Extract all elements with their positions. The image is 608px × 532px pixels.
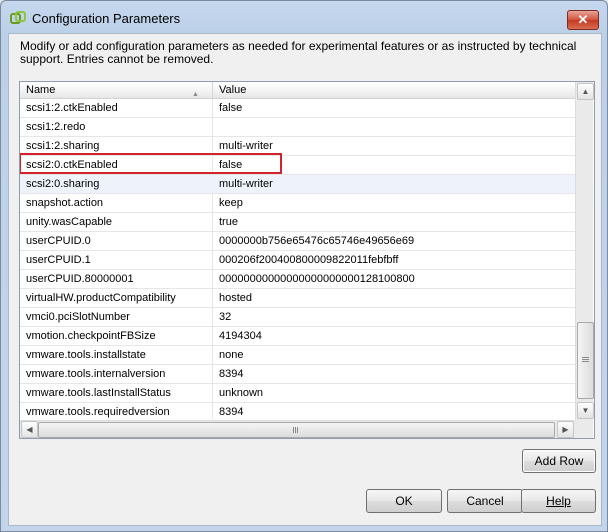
help-button[interactable]: Help — [521, 489, 596, 513]
table-row[interactable]: virtualHW.productCompatibility hosted — [20, 289, 575, 308]
table-row[interactable]: scsi1:2.ctkEnabled false — [20, 99, 575, 118]
table-row[interactable]: vmotion.checkpointFBSize 4194304 — [20, 327, 575, 346]
row-name-cell[interactable]: userCPUID.0 — [26, 232, 206, 250]
description-text: Modify or add configuration parameters a… — [20, 39, 577, 66]
vertical-scrollbar[interactable]: ▲ ▼ — [575, 82, 594, 420]
row-value-cell[interactable] — [219, 118, 569, 136]
row-name-cell[interactable]: scsi1:2.ctkEnabled — [26, 99, 206, 117]
vsphere-app-icon — [10, 11, 26, 24]
table-row[interactable]: vmware.tools.installstate none — [20, 346, 575, 365]
scroll-right-arrow-icon[interactable]: ▶ — [557, 421, 574, 438]
column-header-name[interactable]: Name ▲ — [20, 82, 213, 98]
add-row-button[interactable]: Add Row — [522, 449, 596, 473]
table-row[interactable]: unity.wasCapable true — [20, 213, 575, 232]
grip-line — [582, 359, 589, 360]
vertical-scroll-thumb[interactable] — [577, 322, 594, 399]
row-name-cell[interactable]: scsi1:2.redo — [26, 118, 206, 136]
table-row[interactable]: vmware.tools.internalversion 8394 — [20, 365, 575, 384]
table-row[interactable]: scsi2:0.ctkEnabled false — [20, 156, 575, 175]
ok-button[interactable]: OK — [366, 489, 442, 513]
row-value-cell[interactable]: false — [219, 99, 569, 117]
grid-rows: scsi1:2.ctkEnabled false scsi1:2.redo scs… — [20, 99, 575, 422]
row-value-cell[interactable]: 0000000b756e65476c65746e49656e69 — [219, 232, 569, 250]
row-value-cell[interactable]: 4194304 — [219, 327, 569, 345]
horizontal-scroll-thumb[interactable] — [38, 422, 555, 438]
table-row-selected[interactable]: scsi2:0.sharing multi-writer — [20, 175, 575, 194]
row-name-cell[interactable]: scsi2:0.sharing — [26, 175, 206, 193]
dialog-body: Modify or add configuration parameters a… — [8, 33, 602, 526]
row-value-cell[interactable]: false — [219, 156, 569, 174]
grip-line — [297, 427, 298, 433]
scroll-left-arrow-icon[interactable]: ◀ — [21, 421, 38, 438]
table-row[interactable]: userCPUID.80000001 0000000000000000000000… — [20, 270, 575, 289]
row-value-cell[interactable]: multi-writer — [219, 175, 569, 193]
cancel-button[interactable]: Cancel — [447, 489, 523, 513]
row-name-cell[interactable]: userCPUID.1 — [26, 251, 206, 269]
column-header-name-label: Name — [26, 84, 56, 96]
row-name-cell[interactable]: vmci0.pciSlotNumber — [26, 308, 206, 326]
row-value-cell[interactable]: 8394 — [219, 403, 569, 421]
table-row[interactable]: scsi1:2.sharing multi-writer — [20, 137, 575, 156]
grid-header: Name ▲ Value — [20, 82, 575, 99]
close-button[interactable]: ✕ — [567, 10, 599, 30]
row-name-cell[interactable]: userCPUID.80000001 — [26, 270, 206, 288]
table-row[interactable]: userCPUID.0 0000000b756e65476c65746e49656… — [20, 232, 575, 251]
table-row[interactable]: snapshot.action keep — [20, 194, 575, 213]
configuration-parameters-dialog: Configuration Parameters ✕ Modify or add… — [0, 0, 608, 532]
row-name-cell[interactable]: unity.wasCapable — [26, 213, 206, 231]
row-value-cell[interactable]: multi-writer — [219, 137, 569, 155]
row-value-cell[interactable]: 000206f200400800009822011febfbff — [219, 251, 569, 269]
scroll-down-arrow-icon[interactable]: ▼ — [577, 402, 594, 419]
table-row[interactable]: vmware.tools.lastInstallStatus unknown — [20, 384, 575, 403]
grip-line — [295, 427, 296, 433]
table-row[interactable]: userCPUID.1 000206f200400800009822011febf… — [20, 251, 575, 270]
row-name-cell[interactable]: snapshot.action — [26, 194, 206, 212]
grip-line — [582, 361, 589, 362]
row-name-cell[interactable]: scsi1:2.sharing — [26, 137, 206, 155]
row-value-cell[interactable]: hosted — [219, 289, 569, 307]
grip-line — [582, 357, 589, 358]
column-header-value[interactable]: Value — [213, 82, 519, 98]
row-value-cell[interactable]: true — [219, 213, 569, 231]
horizontal-scrollbar[interactable]: ◀ ▶ — [20, 420, 575, 438]
row-name-cell[interactable]: vmware.tools.lastInstallStatus — [26, 384, 206, 402]
table-row[interactable]: scsi1:2.redo — [20, 118, 575, 137]
row-name-cell[interactable]: scsi2:0.ctkEnabled — [26, 156, 206, 174]
row-value-cell[interactable]: 00000000000000000000000128100800 — [219, 270, 569, 288]
dialog-title: Configuration Parameters — [32, 11, 181, 26]
row-name-cell[interactable]: vmware.tools.internalversion — [26, 365, 206, 383]
grip-line — [293, 427, 294, 433]
parameters-grid: Name ▲ Value scsi1:2.ctkEnabled false scs… — [19, 81, 595, 439]
table-row[interactable]: vmci0.pciSlotNumber 32 — [20, 308, 575, 327]
row-value-cell[interactable]: none — [219, 346, 569, 364]
title-bar[interactable]: Configuration Parameters ✕ — [1, 1, 607, 35]
row-value-cell[interactable]: keep — [219, 194, 569, 212]
row-name-cell[interactable]: vmotion.checkpointFBSize — [26, 327, 206, 345]
scroll-up-arrow-icon[interactable]: ▲ — [577, 83, 594, 100]
row-name-cell[interactable]: virtualHW.productCompatibility — [26, 289, 206, 307]
row-name-cell[interactable]: vmware.tools.installstate — [26, 346, 206, 364]
row-name-cell[interactable]: vmware.tools.requiredversion — [26, 403, 206, 421]
row-value-cell[interactable]: 8394 — [219, 365, 569, 383]
scrollbar-corner — [575, 420, 593, 438]
row-value-cell[interactable]: unknown — [219, 384, 569, 402]
row-value-cell[interactable]: 32 — [219, 308, 569, 326]
